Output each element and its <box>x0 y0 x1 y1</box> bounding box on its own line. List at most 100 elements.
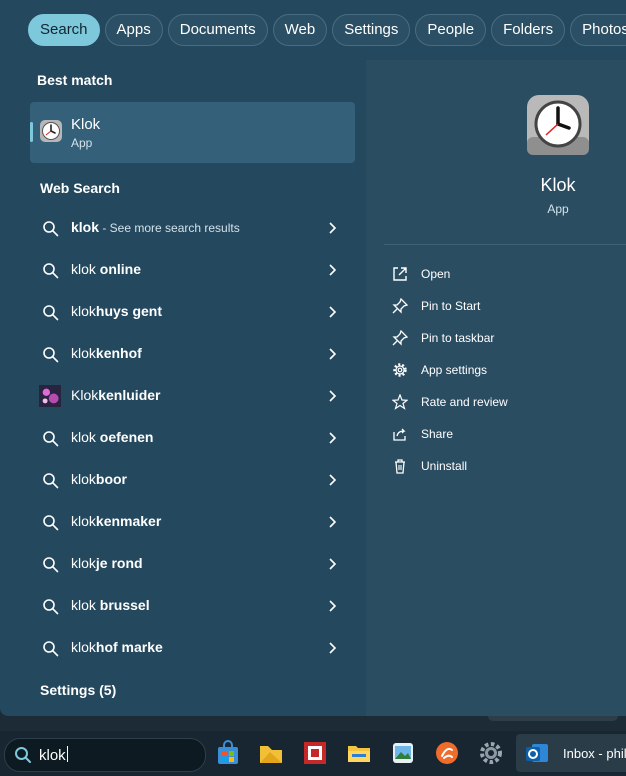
desktop-strip <box>0 716 626 731</box>
web-result-label: klok brussel <box>71 597 150 613</box>
search-icon <box>43 263 59 279</box>
web-result-see-more[interactable]: klok - See more search results <box>30 210 355 246</box>
action-pin-to-taskbar[interactable]: Pin to taskbar <box>392 328 612 352</box>
search-icon <box>43 557 59 573</box>
action-open[interactable]: Open <box>392 264 612 288</box>
web-search-heading: Web Search <box>40 180 120 196</box>
web-result-label: klok - See more search results <box>71 219 240 235</box>
action-pin-to-start[interactable]: Pin to Start <box>392 296 612 320</box>
microsoft-store-icon[interactable] <box>215 740 241 766</box>
trash-icon <box>395 459 405 474</box>
chevron-right-icon <box>329 222 337 234</box>
pin-icon <box>392 298 408 314</box>
chevron-right-icon <box>329 432 337 444</box>
text-caret <box>66 746 68 762</box>
web-result-label: klokje rond <box>71 555 143 571</box>
filter-chip-folders[interactable]: Folders <box>491 14 566 46</box>
chevron-right-icon <box>329 264 337 276</box>
web-result-label: klok oefenen <box>71 429 154 445</box>
app-red-icon[interactable] <box>302 740 328 766</box>
star-icon <box>392 394 408 410</box>
web-result-item[interactable]: klokboor <box>30 462 355 498</box>
search-icon <box>43 221 59 237</box>
divider <box>384 244 626 245</box>
outlook-icon <box>526 744 548 762</box>
search-icon <box>43 515 59 531</box>
chevron-right-icon <box>329 600 337 612</box>
search-icon <box>43 347 59 363</box>
settings-heading[interactable]: Settings (5) <box>40 682 116 698</box>
web-result-label: klokboor <box>71 471 128 487</box>
chevron-right-icon <box>329 474 337 486</box>
filter-chip-settings[interactable]: Settings <box>332 14 411 46</box>
search-icon <box>43 599 59 615</box>
gear-icon <box>393 363 407 377</box>
pin-icon <box>392 330 408 346</box>
web-result-item[interactable]: klok oefenen <box>30 420 355 456</box>
search-icon <box>43 641 59 657</box>
web-result-item[interactable]: klok brussel <box>30 588 355 624</box>
best-match-name: Klok <box>71 116 101 133</box>
web-result-label: Klokkenluider <box>71 387 161 403</box>
filter-chips: Search Apps Documents Web Settings People Fold… <box>28 14 626 46</box>
search-icon <box>43 305 59 321</box>
web-result-item[interactable]: klok online <box>30 252 355 288</box>
action-share[interactable]: Share <box>392 424 612 448</box>
action-uninstall[interactable]: Uninstall <box>392 456 612 480</box>
web-result-item[interactable]: klokhof marke <box>30 630 355 666</box>
web-result-label: klokhof marke <box>71 639 163 655</box>
start-search-panel: Search Apps Documents Web Settings People Fold… <box>0 0 626 716</box>
web-result-item[interactable]: Klokkenluider <box>30 378 355 414</box>
chevron-right-icon <box>329 558 337 570</box>
action-label: App settings <box>421 363 488 377</box>
best-match-item[interactable]: Klok App <box>30 102 355 163</box>
web-result-label: klok online <box>71 261 142 277</box>
filter-chip-people[interactable]: People <box>415 14 487 46</box>
window-edge <box>488 716 618 721</box>
sticky-app-icon[interactable] <box>258 740 284 766</box>
search-icon <box>43 473 59 489</box>
search-icon <box>43 431 59 447</box>
action-label: Open <box>421 267 451 281</box>
detail-pane: Klok App Open Pin to Start Pin to taskbar A… <box>366 60 626 716</box>
photos-icon[interactable] <box>390 740 416 766</box>
action-label: Share <box>421 427 454 441</box>
web-result-label: klokkenhof <box>71 345 142 361</box>
web-result-item[interactable]: klokhuys gent <box>30 294 355 330</box>
action-app-settings[interactable]: App settings <box>392 360 612 384</box>
action-rate-and-review[interactable]: Rate and review <box>392 392 612 416</box>
filter-chip-web[interactable]: Web <box>272 14 328 46</box>
action-label: Pin to Start <box>421 299 481 313</box>
search-input[interactable]: klok <box>39 746 68 764</box>
clock-app-icon <box>527 95 589 155</box>
filter-chip-search[interactable]: Search <box>28 14 100 46</box>
chevron-right-icon <box>329 516 337 528</box>
best-match-heading: Best match <box>37 72 113 88</box>
file-explorer-icon[interactable] <box>346 740 372 766</box>
filter-chip-photos[interactable]: Photos <box>570 14 626 46</box>
open-external-icon <box>393 267 407 281</box>
settings-gear-icon[interactable] <box>478 740 504 766</box>
app-orange-icon[interactable] <box>434 740 460 766</box>
clock-icon <box>40 120 62 142</box>
share-icon <box>393 428 406 441</box>
web-result-item[interactable]: klokkenhof <box>30 336 355 372</box>
detail-app-name: Klok <box>540 175 576 195</box>
taskbar: klok Inbox - phil <box>0 731 626 776</box>
action-label: Uninstall <box>421 459 468 473</box>
selection-accent <box>30 122 33 142</box>
best-match-type: App <box>71 136 93 150</box>
action-label: Pin to taskbar <box>421 331 495 345</box>
outlook-taskbar-button[interactable]: Inbox - phil <box>516 734 626 772</box>
filter-chip-documents[interactable]: Documents <box>167 14 268 46</box>
chevron-right-icon <box>329 348 337 360</box>
detail-app-type: App <box>547 202 569 216</box>
web-result-item[interactable]: klokje rond <box>30 546 355 582</box>
search-icon <box>15 747 31 763</box>
filter-chip-apps[interactable]: Apps <box>104 14 163 46</box>
chevron-right-icon <box>329 642 337 654</box>
taskbar-search-box[interactable]: klok <box>4 738 206 772</box>
web-result-label: klokkenmaker <box>71 513 162 529</box>
chevron-right-icon <box>329 390 337 402</box>
web-result-item[interactable]: klokkenmaker <box>30 504 355 540</box>
